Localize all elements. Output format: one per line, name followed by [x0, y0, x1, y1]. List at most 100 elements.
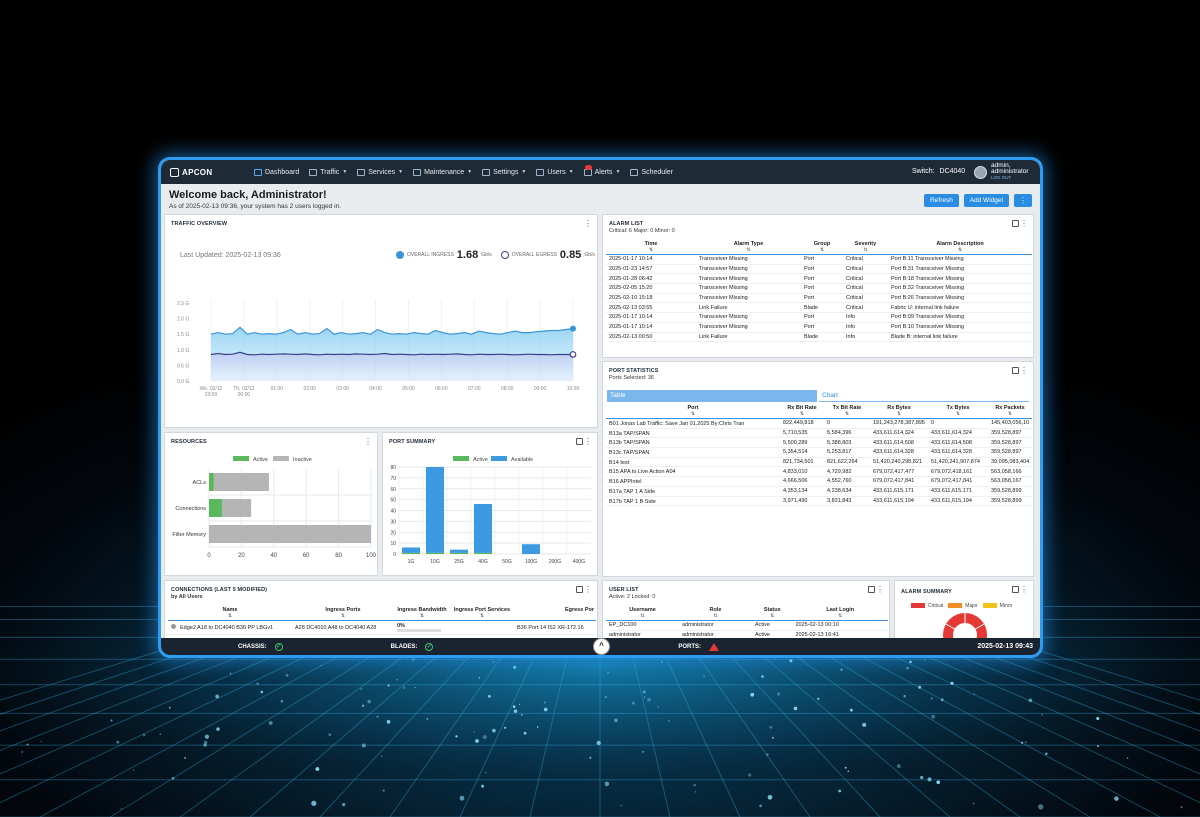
col-rx-packets[interactable]: Rx Packets ⇅ [988, 404, 1032, 419]
table-row[interactable]: B14 test 821,734,501 821,622,264 51,420,240… [606, 457, 1032, 468]
bar-active[interactable] [402, 552, 420, 554]
table-row[interactable]: B01 Jonas Lab Traffic: Save Jan 01,2025 … [606, 418, 1032, 429]
table-row[interactable]: B17b TAP 1 B Side 3,971,490 3,831,843 433,6… [606, 496, 1032, 507]
table-row[interactable]: EP_DC100 administrator Active 2025-02-13 00… [606, 620, 888, 631]
nav-item-users[interactable]: Users ▼ [536, 168, 574, 176]
bar-active[interactable] [426, 552, 444, 554]
switch-indicator[interactable]: Switch: DC4040 [912, 168, 965, 175]
collapse-toggle-button[interactable]: ^ [593, 638, 610, 655]
table-row[interactable]: 2025-02-13 03:55 Link Failure Blade Critica… [606, 302, 1032, 314]
tab-table[interactable]: Table [607, 390, 817, 402]
table-row[interactable]: 2025-01-17 10:14 Transceiver Missing Port I… [606, 322, 1032, 333]
nav-item-alerts[interactable]: Alerts ▼ [583, 164, 620, 176]
col-tx-bit-rate[interactable]: Tx Bit Rate ⇅ [824, 404, 870, 419]
apcon-logo[interactable]: APCON [170, 167, 254, 177]
col-username[interactable]: Username ⇅ [606, 606, 679, 621]
table-row[interactable]: 2025-01-23 14:57 Transceiver Missing Port C… [606, 264, 1032, 275]
port-stat-cell: 433,611,614,324 [928, 428, 988, 439]
category-label: 1G [408, 559, 415, 565]
more-options-button[interactable]: ⋮ [1014, 194, 1032, 207]
kebab-menu-icon[interactable]: ⋮ [584, 437, 592, 446]
table-row[interactable]: 2025-02-05 15:20 Transceiver Missing Port C… [606, 283, 1032, 294]
col-time[interactable]: Time ⇅ [606, 240, 696, 255]
nav-label: Services [368, 168, 396, 176]
category-label: 50G [502, 559, 512, 565]
expand-icon[interactable] [1012, 367, 1019, 374]
bar-active[interactable] [209, 473, 214, 491]
kebab-menu-icon[interactable]: ⋮ [1020, 366, 1028, 375]
tab-chart[interactable]: Chart [819, 390, 1029, 402]
kebab-menu-icon[interactable]: ⋮ [584, 219, 592, 228]
kebab-menu-icon[interactable]: ⋮ [584, 585, 592, 594]
col-group[interactable]: Group ⇅ [801, 240, 843, 255]
table-row[interactable]: B15 APA to Live Action A04 4,833,010 4,729… [606, 466, 1032, 478]
col-tx-bytes[interactable]: Tx Bytes ⇅ [928, 404, 988, 419]
col-ingress-port-services[interactable]: Ingress Port Services ⇅ [450, 606, 514, 621]
bar-active[interactable] [450, 552, 468, 554]
col-severity[interactable]: Severity ⇅ [843, 240, 888, 255]
col-egress-ports[interactable]: Egress Por [514, 606, 596, 621]
col-alarm-type[interactable]: Alarm Type ⇅ [696, 240, 801, 255]
table-row[interactable]: B13a TAP/SPAN 5,710,535 5,584,396 433,611,6… [606, 428, 1032, 439]
table-row[interactable]: 2025-02-10 15:18 Transceiver Missing Port C… [606, 293, 1032, 304]
col-alarm-description[interactable]: Alarm Description ⇅ [888, 240, 1032, 255]
kebab-menu-icon[interactable]: ⋮ [1020, 585, 1028, 594]
bar-inactive[interactable] [213, 473, 269, 491]
bar-available[interactable] [450, 549, 468, 553]
x-tick-label: 07:00 [468, 386, 481, 392]
add-widget-button[interactable]: Add Widget [964, 194, 1009, 207]
table-row[interactable]: 2025-01-17 10:14 Transceiver Missing Port C… [606, 254, 1032, 265]
col-port[interactable]: Port ⇅ [606, 404, 780, 419]
bar-available[interactable] [474, 503, 492, 553]
bar-available[interactable] [402, 547, 420, 553]
user-counts: Active: 2 Locked: 0 [609, 594, 656, 600]
kebab-menu-icon[interactable]: ⋮ [364, 437, 372, 446]
blades-ok-icon: ✓ [425, 642, 434, 651]
ingress-unit: Gb/s [481, 252, 492, 258]
kebab-menu-icon[interactable]: ⋮ [1020, 219, 1028, 228]
col-role[interactable]: Role ⇅ [678, 606, 752, 621]
expand-icon[interactable] [576, 586, 583, 593]
table-row[interactable]: 2025-01-17 10:14 Transceiver Missing Port I… [606, 312, 1032, 323]
egress-endpoint[interactable] [569, 351, 577, 358]
bar-available[interactable] [426, 467, 444, 553]
bar-active[interactable] [474, 552, 492, 554]
col-last-login[interactable]: Last Login ⇅ [792, 606, 888, 621]
bar-inactive[interactable] [209, 525, 371, 543]
chassis-label: CHASSIS: [238, 643, 267, 650]
col-status[interactable]: Status ⇅ [751, 606, 793, 621]
table-row[interactable]: B17a TAP 1 A Side 4,353,134 4,238,634 433,6… [606, 486, 1032, 497]
col-ingress-ports[interactable]: Ingress Ports ⇅ [292, 606, 394, 621]
nav-item-scheduler[interactable]: Scheduler [630, 168, 673, 176]
y-tick-label: 80 [390, 465, 396, 471]
bar-available[interactable] [522, 544, 540, 554]
table-row[interactable]: 2025-01-28 06:42 Transceiver Missing Port C… [606, 273, 1032, 285]
refresh-button[interactable]: Refresh [924, 194, 959, 207]
col-rx-bytes[interactable]: Rx Bytes ⇅ [870, 404, 928, 419]
table-row[interactable]: B16 APPIntel 4,666,506 4,552,760 679,072,41… [606, 476, 1032, 487]
table-row[interactable]: B13b TAP/SPAN 5,500,289 5,388,803 433,611,6… [606, 437, 1032, 449]
nav-item-settings[interactable]: Settings ▼ [482, 168, 526, 176]
col-rx-bit-rate[interactable]: Rx Bit Rate ⇅ [780, 404, 824, 419]
expand-icon[interactable] [1012, 586, 1019, 593]
nav-item-traffic[interactable]: Traffic ▼ [309, 168, 347, 176]
x-tick-label: 0 [207, 553, 211, 559]
nav-item-maintenance[interactable]: Maintenance ▼ [413, 168, 472, 176]
kebab-menu-icon[interactable]: ⋮ [876, 585, 884, 594]
expand-icon[interactable] [576, 438, 583, 445]
bar-inactive[interactable] [221, 499, 252, 517]
nav-item-services[interactable]: Services ▼ [357, 168, 403, 176]
expand-icon[interactable] [868, 586, 875, 593]
table-row[interactable]: 2025-02-13 00:50 Link Failure Blade Info Bla… [606, 332, 1032, 343]
nav-item-dashboard[interactable]: Dashboard [254, 168, 299, 176]
col-name[interactable]: Name ⇅ [168, 606, 292, 621]
table-row[interactable]: Edge2 A18 to DC4040 B36 PP LBGv1 A28 DC4… [168, 620, 596, 635]
bar-active[interactable] [209, 499, 222, 517]
table-row[interactable]: B13c TAP/SPAN 5,354,514 5,253,817 433,611,6… [606, 447, 1032, 458]
logout-link[interactable]: LOG OUT [991, 175, 1029, 181]
ingress-endpoint[interactable] [570, 325, 576, 332]
user-menu[interactable]: admin, administrator LOG OUT [974, 162, 1029, 181]
expand-icon[interactable] [1012, 220, 1019, 227]
col-ingress-bandwidth[interactable]: Ingress Bandwidth ⇅ [394, 606, 450, 621]
legend-minor: Minor [999, 603, 1013, 609]
